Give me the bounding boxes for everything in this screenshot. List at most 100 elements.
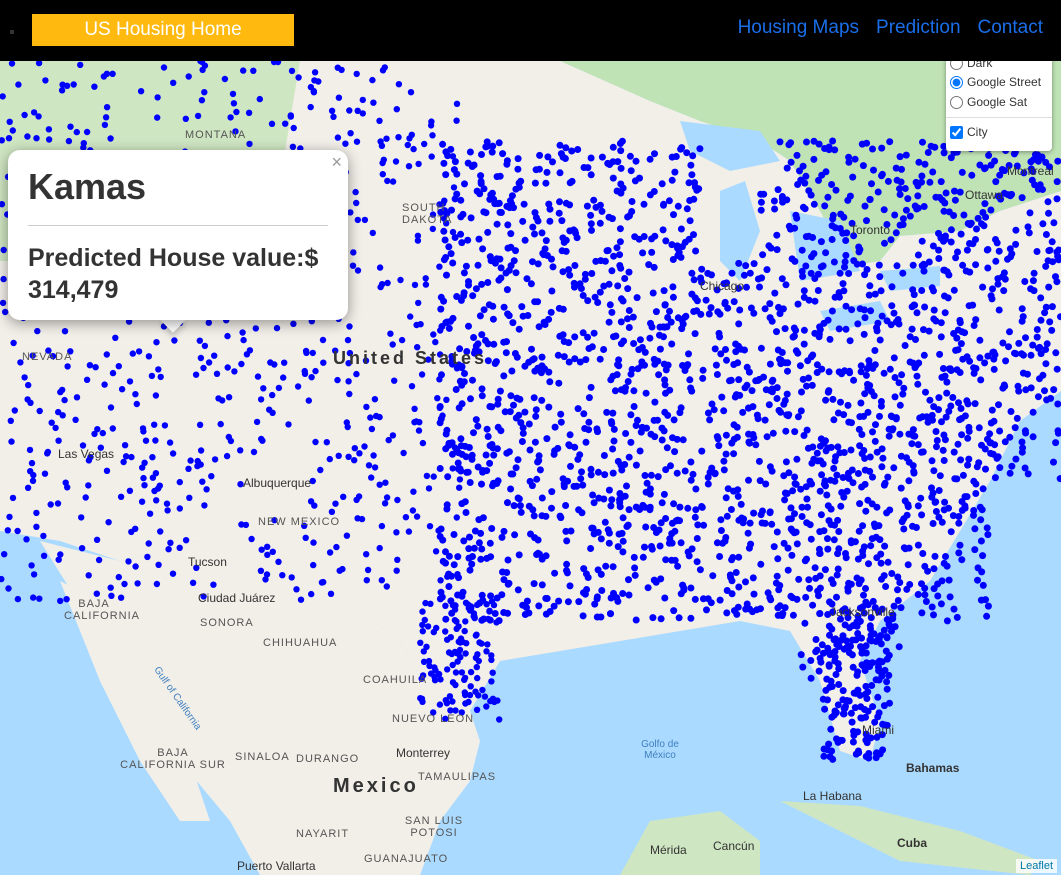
- city-marker[interactable]: [307, 103, 314, 111]
- city-marker[interactable]: [445, 243, 453, 251]
- city-marker[interactable]: [1037, 316, 1045, 324]
- city-marker[interactable]: [9, 494, 17, 502]
- city-marker[interactable]: [497, 264, 505, 272]
- city-marker[interactable]: [450, 184, 458, 191]
- city-marker[interactable]: [886, 138, 894, 146]
- city-marker[interactable]: [978, 568, 986, 576]
- city-marker[interactable]: [598, 207, 606, 215]
- city-marker[interactable]: [747, 304, 755, 312]
- city-marker[interactable]: [953, 475, 961, 483]
- city-marker[interactable]: [920, 260, 928, 268]
- city-marker[interactable]: [1021, 427, 1029, 435]
- city-marker[interactable]: [902, 206, 910, 214]
- city-marker[interactable]: [598, 153, 606, 161]
- city-marker[interactable]: [266, 406, 273, 413]
- city-marker[interactable]: [452, 669, 460, 676]
- city-marker[interactable]: [984, 264, 992, 272]
- city-marker[interactable]: [621, 461, 629, 468]
- city-marker[interactable]: [914, 541, 922, 549]
- city-marker[interactable]: [693, 558, 701, 566]
- city-marker[interactable]: [421, 616, 428, 624]
- city-marker[interactable]: [376, 413, 383, 421]
- city-marker[interactable]: [1033, 326, 1041, 333]
- city-marker[interactable]: [320, 578, 327, 586]
- city-marker[interactable]: [257, 396, 265, 403]
- city-marker[interactable]: [585, 394, 593, 402]
- city-marker[interactable]: [740, 271, 748, 279]
- city-marker[interactable]: [732, 569, 740, 576]
- city-marker[interactable]: [816, 610, 824, 617]
- city-marker[interactable]: [628, 198, 636, 205]
- city-marker[interactable]: [117, 493, 125, 500]
- city-marker[interactable]: [801, 179, 809, 187]
- city-marker[interactable]: [1030, 269, 1038, 277]
- city-marker[interactable]: [610, 333, 617, 341]
- city-marker[interactable]: [485, 615, 492, 623]
- city-marker[interactable]: [799, 272, 807, 280]
- city-marker[interactable]: [395, 81, 403, 88]
- city-marker[interactable]: [419, 698, 426, 705]
- city-marker[interactable]: [484, 228, 492, 236]
- city-marker[interactable]: [41, 470, 49, 477]
- city-marker[interactable]: [144, 553, 151, 561]
- city-marker[interactable]: [500, 527, 508, 535]
- city-marker[interactable]: [504, 556, 512, 564]
- city-marker[interactable]: [594, 468, 602, 476]
- city-marker[interactable]: [760, 190, 768, 198]
- city-marker[interactable]: [1010, 150, 1018, 158]
- city-marker[interactable]: [521, 408, 529, 416]
- city-marker[interactable]: [196, 421, 204, 428]
- city-marker[interactable]: [945, 576, 953, 584]
- city-marker[interactable]: [468, 560, 476, 568]
- city-marker[interactable]: [815, 333, 823, 341]
- city-marker[interactable]: [636, 447, 644, 455]
- city-marker[interactable]: [684, 504, 692, 512]
- city-marker[interactable]: [511, 531, 519, 539]
- city-marker[interactable]: [996, 171, 1004, 179]
- city-marker[interactable]: [877, 559, 885, 567]
- city-marker[interactable]: [821, 566, 829, 574]
- layer-option-dark[interactable]: Dark: [950, 61, 992, 70]
- city-marker[interactable]: [449, 153, 457, 160]
- city-marker[interactable]: [625, 453, 633, 461]
- city-marker[interactable]: [109, 425, 117, 432]
- city-marker[interactable]: [574, 405, 582, 413]
- city-marker[interactable]: [29, 477, 37, 484]
- city-marker[interactable]: [575, 506, 583, 514]
- city-marker[interactable]: [625, 268, 633, 276]
- city-marker[interactable]: [203, 486, 210, 493]
- city-marker[interactable]: [732, 348, 740, 356]
- city-marker[interactable]: [670, 607, 678, 615]
- city-marker[interactable]: [720, 407, 728, 415]
- city-marker[interactable]: [763, 433, 771, 441]
- city-marker[interactable]: [514, 586, 522, 594]
- city-marker[interactable]: [698, 503, 706, 511]
- city-marker[interactable]: [603, 247, 611, 255]
- city-marker[interactable]: [974, 576, 981, 584]
- city-marker[interactable]: [133, 400, 140, 408]
- city-marker[interactable]: [795, 575, 803, 583]
- city-marker[interactable]: [34, 327, 41, 335]
- city-marker[interactable]: [479, 245, 487, 253]
- city-marker[interactable]: [598, 587, 606, 594]
- city-marker[interactable]: [120, 458, 127, 466]
- city-marker[interactable]: [657, 615, 665, 623]
- city-marker[interactable]: [587, 383, 595, 391]
- city-marker[interactable]: [431, 677, 439, 684]
- city-marker[interactable]: [840, 213, 848, 221]
- city-marker[interactable]: [771, 289, 779, 297]
- city-marker[interactable]: [197, 447, 205, 454]
- city-marker[interactable]: [1027, 285, 1035, 293]
- city-marker[interactable]: [664, 361, 672, 369]
- city-marker[interactable]: [610, 589, 617, 597]
- city-marker[interactable]: [935, 394, 943, 402]
- city-marker[interactable]: [450, 561, 458, 569]
- city-marker[interactable]: [521, 362, 529, 370]
- city-marker[interactable]: [233, 108, 240, 116]
- city-marker[interactable]: [852, 750, 860, 758]
- city-marker[interactable]: [880, 702, 888, 710]
- city-marker[interactable]: [961, 412, 969, 420]
- city-marker[interactable]: [617, 318, 625, 326]
- city-marker[interactable]: [442, 602, 449, 609]
- city-marker[interactable]: [823, 491, 831, 499]
